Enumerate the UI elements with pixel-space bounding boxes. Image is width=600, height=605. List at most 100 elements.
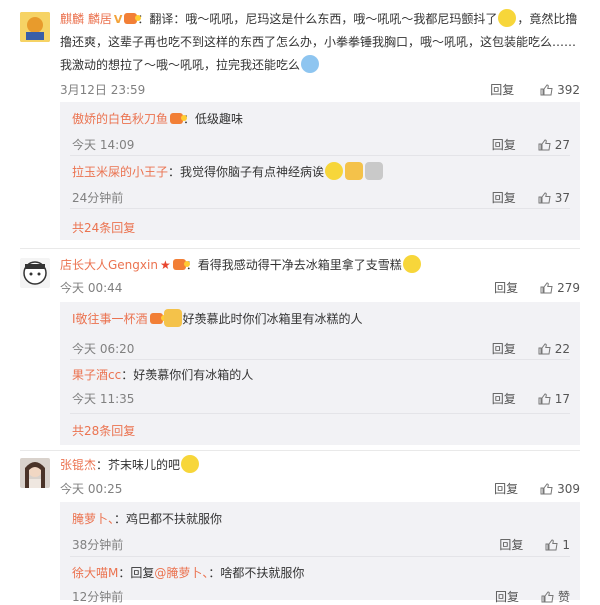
comment-text: 张锟杰：芥末味儿的吧 <box>60 454 582 477</box>
thumbs-up-icon <box>541 591 554 603</box>
reply-item: 傲娇的白色秋刀鱼 ：低级趣味 今天 14:09 回复 27 <box>72 108 580 152</box>
reply-username[interactable]: 拉玉米屎的小王子 <box>72 165 168 179</box>
thumbs-up-icon <box>540 84 553 96</box>
comment-text: 麒麟 麟居 V ：翻译：哦～吼吼，尼玛这是什么东西，哦～吼吼～我都尼玛颤抖了 ，竟然比… <box>60 8 582 77</box>
thumbs-up-icon <box>540 483 553 495</box>
reply-username[interactable]: 腌萝卜、 <box>72 512 114 526</box>
tongue-emoji-icon <box>181 455 200 473</box>
like-button[interactable]: 27 <box>538 138 570 152</box>
username[interactable]: 店长大人Gengxin <box>60 258 158 272</box>
reply-text: ：好羡慕你们有冰箱的人 <box>121 368 254 382</box>
reply-time: 今天 14:09 <box>72 138 135 152</box>
divider <box>20 248 580 249</box>
avatar[interactable] <box>20 258 50 288</box>
comment-body: ：芥末味儿的吧 <box>96 458 181 472</box>
timestamp: 今天 00:44 <box>60 281 123 295</box>
reply-time: 24分钟前 <box>72 191 124 205</box>
comment-body: ：翻译：哦～吼吼，尼玛这是什么东西，哦～吼吼～我都尼玛颤抖了 <box>137 12 498 26</box>
reply-item: 果子酒cc：好羡慕你们有冰箱的人 今天 11:35 回复 17 <box>72 364 580 406</box>
reply-button[interactable]: 回复 <box>494 480 518 497</box>
reply-list: 傲娇的白色秋刀鱼 ：低级趣味 今天 14:09 回复 27 拉玉米屎的小王子：我觉得… <box>60 102 580 240</box>
like-count: 392 <box>557 83 580 97</box>
divider <box>70 359 570 360</box>
reply-text: ：回复 <box>118 566 155 580</box>
like-button[interactable]: 309 <box>540 482 580 496</box>
reply-time: 12分钟前 <box>72 590 124 604</box>
more-replies-link[interactable]: 共28条回复 <box>72 422 135 439</box>
laughing-emoji-icon <box>402 255 421 273</box>
comment-item: 店长大人Gengxin ★ ：看得我感动得干净去冰箱里拿了支雪糕 今天 00:44 … <box>0 250 600 445</box>
verified-icon: V <box>113 13 123 26</box>
like-count: 赞 <box>557 590 570 604</box>
like-count: 1 <box>562 538 570 552</box>
comment-item: 张锟杰：芥末味儿的吧 今天 00:25 回复 309 腌萝卜、：鸡巴都不扶就服你 … <box>0 452 600 604</box>
reply-item: 拉玉米屎的小王子：我觉得你脑子有点神经病诶 24分钟前 回复 37 <box>72 161 580 205</box>
avatar-image <box>20 458 50 488</box>
reply-button[interactable]: 回复 <box>495 588 519 605</box>
reply-button[interactable]: 回复 <box>492 189 516 206</box>
like-count: 279 <box>557 281 580 295</box>
avatar[interactable] <box>20 458 50 488</box>
like-button[interactable]: 37 <box>538 191 570 205</box>
reply-text: 好羡慕此时你们冰箱里有冰糕的人 <box>182 312 363 326</box>
reply-button[interactable]: 回复 <box>499 536 523 553</box>
more-replies-link[interactable]: 共24条回复 <box>72 219 135 236</box>
cat-emoji-icon <box>345 162 364 180</box>
reply-item: 腌萝卜、：鸡巴都不扶就服你 38分钟前 回复 1 <box>72 508 580 552</box>
avatar-image <box>20 258 50 288</box>
divider <box>70 413 570 414</box>
thumbs-up-icon <box>538 192 551 204</box>
reply-username[interactable]: 徐大喵M <box>72 566 118 580</box>
reply-button[interactable]: 回复 <box>492 340 516 357</box>
like-button[interactable]: 22 <box>538 342 570 356</box>
thumbs-up-icon <box>538 393 551 405</box>
username[interactable]: 麒麟 麟居 <box>60 12 112 26</box>
vip-badge-icon <box>172 259 190 270</box>
reply-username[interactable]: 傲娇的白色秋刀鱼 <box>72 112 168 126</box>
reply-text: ：啥都不扶就服你 <box>208 566 305 580</box>
like-button[interactable]: 392 <box>540 83 580 97</box>
thumbs-up-icon <box>545 539 558 551</box>
reply-list: I敬往事一杯酒 好羡慕此时你们冰箱里有冰糕的人 今天 06:20 回复 22 果子酒… <box>60 302 580 445</box>
thumbs-up-icon <box>540 282 553 294</box>
vip-badge-icon <box>170 113 188 124</box>
divider <box>70 155 570 156</box>
reply-time: 今天 06:20 <box>72 342 135 356</box>
reply-username[interactable]: I敬往事一杯酒 <box>72 312 148 326</box>
reply-item: I敬往事一杯酒 好羡慕此时你们冰箱里有冰糕的人 今天 06:20 回复 22 <box>72 308 580 356</box>
like-button[interactable]: 17 <box>538 392 570 406</box>
vip-badge-icon <box>124 13 142 24</box>
like-button[interactable]: 1 <box>545 538 570 552</box>
reply-button[interactable]: 回复 <box>494 279 518 296</box>
reply-text: ：低级趣味 <box>183 112 244 126</box>
like-button[interactable]: 279 <box>540 281 580 295</box>
username[interactable]: 张锟杰 <box>60 458 96 472</box>
avatar[interactable] <box>20 12 50 42</box>
reply-text: ：我觉得你脑子有点神经病诶 <box>168 165 325 179</box>
reply-button[interactable]: 回复 <box>492 136 516 153</box>
like-count: 22 <box>554 342 570 356</box>
reply-item: 徐大喵M：回复@腌萝卜、：啥都不扶就服你 12分钟前 回复 赞 <box>72 562 580 604</box>
reply-username[interactable]: 果子酒cc <box>72 368 121 382</box>
robot-emoji-icon <box>365 162 384 180</box>
like-count: 309 <box>557 482 580 496</box>
thumbs-up-icon <box>538 139 551 151</box>
timestamp: 今天 00:25 <box>60 482 123 496</box>
reply-list: 腌萝卜、：鸡巴都不扶就服你 38分钟前 回复 1 徐大喵M：回复@腌萝卜、：啥都不… <box>60 502 580 604</box>
comment-text: 店长大人Gengxin ★ ：看得我感动得干净去冰箱里拿了支雪糕 <box>60 254 582 277</box>
emoji-icon <box>325 162 344 180</box>
cat-emoji-icon <box>163 309 182 327</box>
mention-link[interactable]: @腌萝卜、 <box>154 566 208 580</box>
shocked-emoji-icon <box>498 9 517 27</box>
like-button[interactable]: 赞 <box>541 588 570 605</box>
divider <box>20 450 580 451</box>
reply-button[interactable]: 回复 <box>492 390 516 407</box>
timestamp: 3月12日 23:59 <box>60 83 146 97</box>
comment-item: 麒麟 麟居 V ：翻译：哦～吼吼，尼玛这是什么东西，哦～吼吼～我都尼玛颤抖了 ，竟然比… <box>0 0 600 240</box>
reply-time: 38分钟前 <box>72 538 124 552</box>
reply-time: 今天 11:35 <box>72 392 135 406</box>
avatar-image <box>20 12 50 42</box>
reply-button[interactable]: 回复 <box>490 81 514 98</box>
crying-emoji-icon <box>301 55 320 73</box>
divider <box>70 556 570 557</box>
